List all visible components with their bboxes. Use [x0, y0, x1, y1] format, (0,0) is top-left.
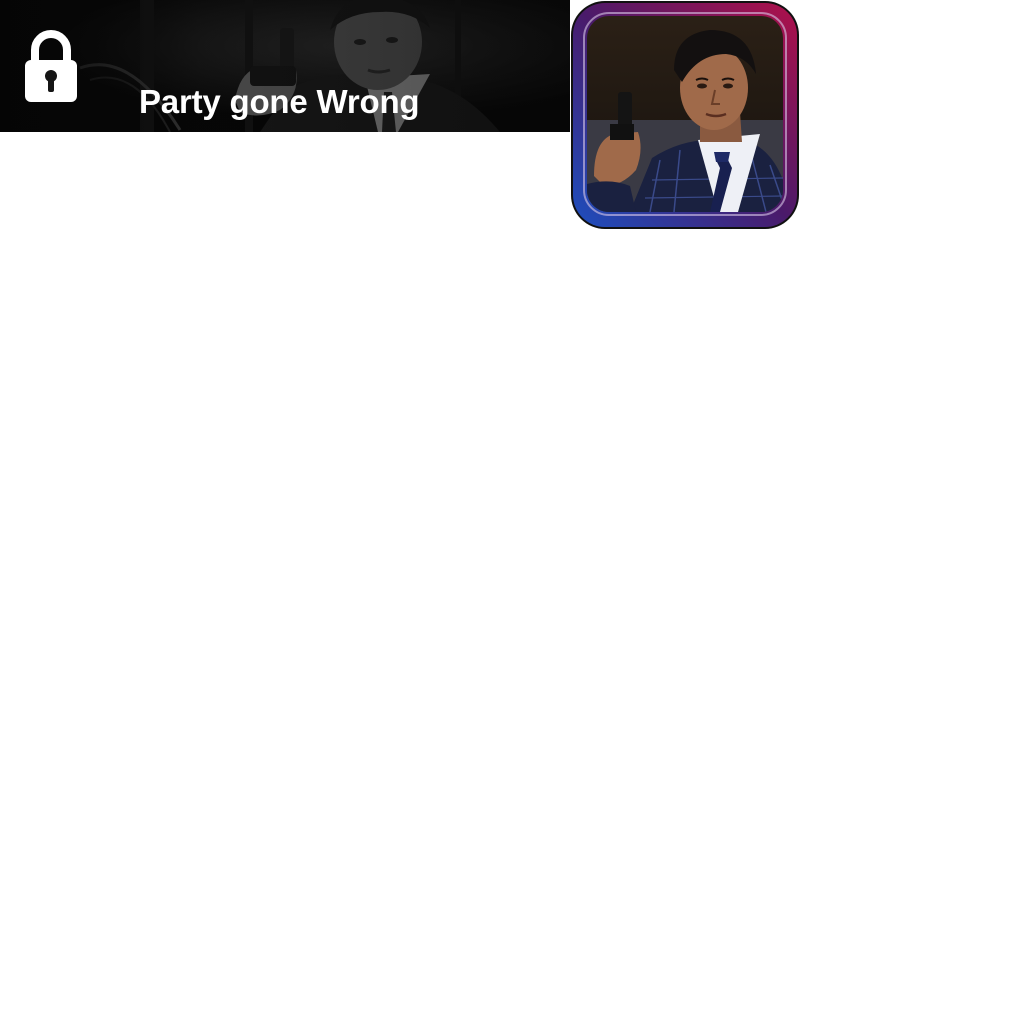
- locked-level-banner[interactable]: Party gone Wrong: [0, 0, 570, 132]
- app-icon[interactable]: [570, 0, 800, 230]
- level-title: Party gone Wrong: [139, 83, 420, 120]
- lock-icon: [25, 30, 77, 102]
